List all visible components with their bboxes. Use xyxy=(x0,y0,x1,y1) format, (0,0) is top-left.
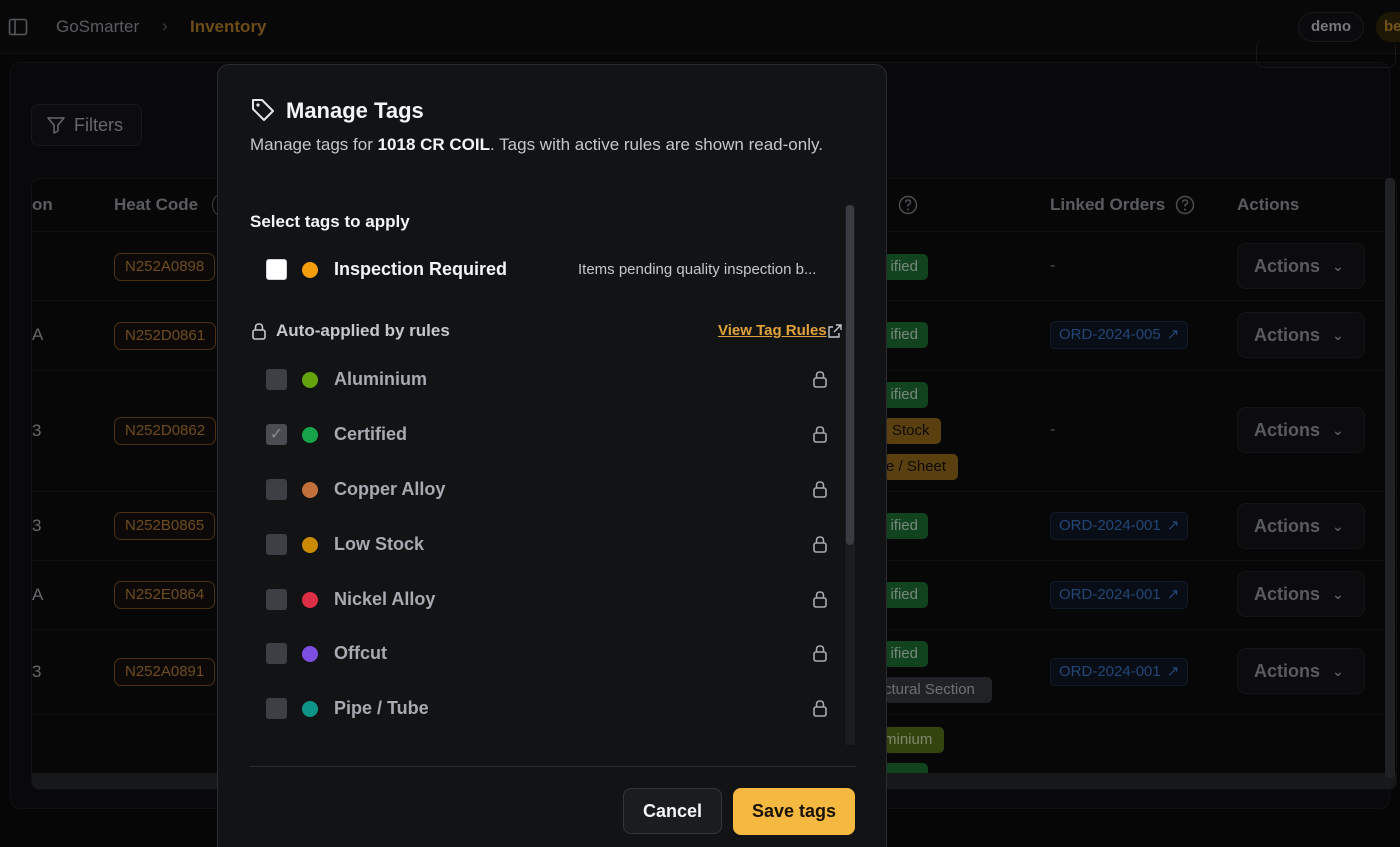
tag-option-aluminium: Aluminium xyxy=(250,365,830,395)
lock-icon xyxy=(813,591,827,608)
tag-option-certified: ✓ Certified xyxy=(250,420,830,450)
tag-option-offcut: Offcut xyxy=(250,639,830,669)
tag-checkbox xyxy=(266,589,287,610)
tag-checkbox xyxy=(266,698,287,719)
save-tags-button[interactable]: Save tags xyxy=(733,788,855,835)
tag-color-dot xyxy=(302,592,318,608)
tag-color-dot xyxy=(302,372,318,388)
lock-icon xyxy=(252,323,266,340)
tag-color-dot xyxy=(302,537,318,553)
tag-color-dot xyxy=(302,482,318,498)
tag-label: Nickel Alloy xyxy=(334,589,436,609)
tag-label: Copper Alloy xyxy=(334,479,446,499)
tag-label: Low Stock xyxy=(334,534,425,554)
select-tags-heading: Select tags to apply xyxy=(250,212,410,231)
auto-applied-heading: Auto-applied by rules xyxy=(276,321,450,340)
tag-color-dot xyxy=(302,262,318,278)
tag-label: Inspection Required xyxy=(334,259,508,279)
lock-icon xyxy=(813,700,827,717)
manage-tags-dialog: Manage Tags Manage tags for 1018 CR COIL… xyxy=(217,64,887,847)
external-link-icon xyxy=(828,324,842,338)
dialog-description: Manage tags for 1018 CR COIL. Tags with … xyxy=(250,131,850,158)
tag-option-nickel-alloy: Nickel Alloy xyxy=(250,585,830,615)
tag-color-dot xyxy=(302,427,318,443)
tag-description: Items pending quality inspection b... xyxy=(578,261,817,278)
item-name: 1018 CR COIL xyxy=(377,135,491,154)
dialog-title: Manage Tags xyxy=(286,98,424,123)
description-suffix: . Tags with active rules are shown read-… xyxy=(490,135,823,154)
dialog-divider xyxy=(250,766,856,767)
tag-checkbox[interactable] xyxy=(266,259,287,280)
lock-icon xyxy=(813,481,827,498)
tag-checkbox xyxy=(266,534,287,555)
tag-label: Certified xyxy=(334,424,408,444)
tag-icon xyxy=(252,99,274,121)
cancel-button[interactable]: Cancel xyxy=(623,788,722,834)
tag-color-dot xyxy=(302,701,318,717)
tag-label: Offcut xyxy=(334,643,387,663)
view-tag-rules-link[interactable]: View Tag Rules xyxy=(718,322,827,339)
scrollbar-thumb[interactable] xyxy=(846,205,854,545)
tag-label: Aluminium xyxy=(334,369,427,389)
lock-icon xyxy=(813,645,827,662)
tag-checkbox-checked: ✓ xyxy=(266,424,287,445)
tag-option-inspection-required[interactable]: Inspection Required Items pending qualit… xyxy=(250,255,830,285)
lock-icon xyxy=(813,536,827,553)
tag-label: Pipe / Tube xyxy=(334,698,429,718)
lock-icon xyxy=(813,426,827,443)
tag-color-dot xyxy=(302,646,318,662)
tag-checkbox xyxy=(266,369,287,390)
tag-option-pipe-tube: Pipe / Tube xyxy=(250,694,830,724)
tag-option-low-stock: Low Stock xyxy=(250,530,830,560)
auto-applied-header: Auto-applied by rules View Tag Rules xyxy=(250,320,850,346)
lock-icon xyxy=(813,371,827,388)
tag-checkbox xyxy=(266,643,287,664)
description-prefix: Manage tags for xyxy=(250,135,378,154)
tag-option-copper-alloy: Copper Alloy xyxy=(250,475,830,505)
tag-checkbox xyxy=(266,479,287,500)
